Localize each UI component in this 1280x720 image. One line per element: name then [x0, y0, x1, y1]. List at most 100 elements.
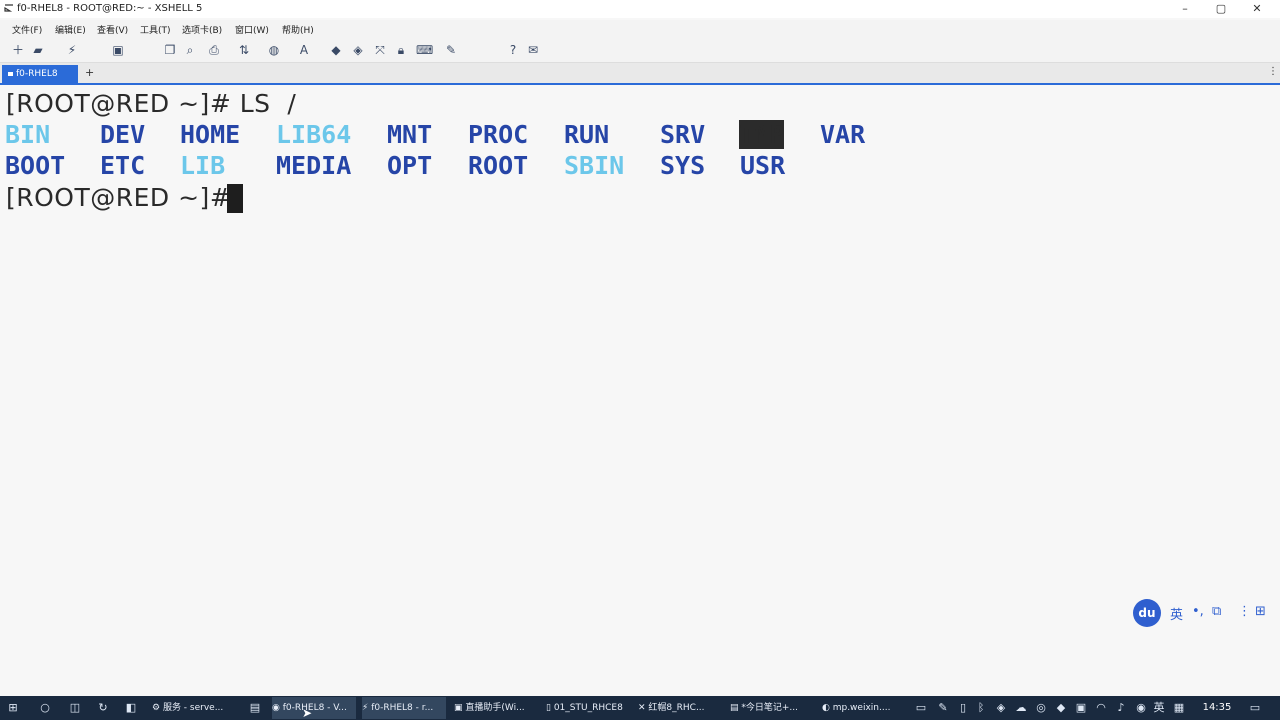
- clock[interactable]: 14:35: [1200, 697, 1234, 719]
- tab-f0-rhel8[interactable]: f0-RHEL8: [2, 65, 78, 83]
- wifi-icon[interactable]: ◠: [1094, 701, 1108, 715]
- add-tab-button[interactable]: +: [85, 66, 94, 79]
- tray-pen-icon[interactable]: ✎: [936, 701, 950, 715]
- taskbar-item-label: *今日笔记+...: [741, 703, 798, 713]
- taskbar-item-label: 服务 - serve...: [162, 703, 224, 713]
- tray-cloud-icon[interactable]: ☁: [1014, 701, 1028, 715]
- tray-app-icon[interactable]: ◈: [994, 701, 1008, 715]
- ime-grid-icon[interactable]: ⊞: [1255, 604, 1266, 619]
- chat-icon[interactable]: ✉: [525, 42, 541, 58]
- tray-ime-icon[interactable]: ◉: [1134, 701, 1148, 715]
- refresh-icon[interactable]: ↻: [96, 701, 110, 715]
- tab-menu-button[interactable]: ⋮: [1268, 66, 1278, 77]
- lock-icon[interactable]: 🔒︎: [393, 42, 409, 58]
- xshell-app-icon: [4, 4, 13, 12]
- dir-entry: SBIN: [564, 151, 625, 180]
- volume-icon[interactable]: ♪: [1114, 701, 1128, 715]
- find-icon[interactable]: ⌕: [182, 42, 198, 58]
- dir-entry: SYS: [660, 151, 706, 180]
- terminal-cursor: [227, 184, 243, 213]
- windows-start-icon[interactable]: ⊞: [6, 701, 20, 715]
- browser-icon: ◐: [822, 703, 833, 713]
- taskbar-item-label: f0-RHEL8 - r...: [371, 703, 434, 713]
- transfer-icon[interactable]: ⇅: [236, 42, 252, 58]
- taskbar-pinned-icon[interactable]: ▤: [248, 701, 262, 715]
- dir-entry: RUN: [564, 120, 610, 149]
- menu-window[interactable]: 窗口(W): [235, 23, 269, 36]
- copy-icon[interactable]: ❐: [162, 42, 178, 58]
- minimize-button[interactable]: –: [1168, 0, 1202, 18]
- excel-icon: ✕: [638, 703, 649, 713]
- tray-keyboard-icon[interactable]: ▦: [1172, 701, 1186, 715]
- dir-entry: MNT: [387, 120, 433, 149]
- dir-entry: VAR: [820, 120, 866, 149]
- tray-phone-icon[interactable]: ▯: [956, 701, 970, 715]
- taskbar-item-vmware[interactable]: ◉ f0-RHEL8 - V...: [272, 697, 356, 719]
- dir-entry: SRV: [660, 120, 706, 149]
- taskbar-item-label: 直播助手(Wi...: [465, 703, 525, 713]
- mouse-pointer-icon: ➤: [302, 706, 313, 720]
- properties-icon[interactable]: ▣: [110, 42, 126, 58]
- maximize-button[interactable]: ▢: [1204, 0, 1238, 18]
- ime-punct-toggle[interactable]: •,: [1192, 604, 1204, 619]
- task-view-icon[interactable]: ◫: [68, 701, 82, 715]
- ime-skin-icon[interactable]: ⧉: [1212, 604, 1221, 619]
- pinned-app-icon[interactable]: ◧: [124, 701, 138, 715]
- tray-chat-icon[interactable]: ▭: [914, 701, 928, 715]
- new-session-icon[interactable]: ＋: [10, 42, 26, 58]
- tray-display-icon[interactable]: ▣: [1074, 701, 1088, 715]
- menu-help[interactable]: 帮助(H): [282, 23, 314, 36]
- live-icon: ▣: [454, 703, 466, 713]
- menu-tabs[interactable]: 选项卡(B): [182, 23, 222, 36]
- taskbar-item-services[interactable]: ⚙ 服务 - serve...: [152, 697, 238, 719]
- font-icon[interactable]: A: [296, 42, 312, 58]
- doc-icon: ▯: [546, 703, 554, 713]
- gear-icon: ⚙: [152, 703, 163, 713]
- disconnect-icon[interactable]: ⚡: [64, 42, 80, 58]
- tray-security-icon[interactable]: ◎: [1034, 701, 1048, 715]
- menu-view[interactable]: 查看(V): [97, 23, 128, 36]
- dir-entry: PROC: [468, 120, 529, 149]
- notification-icon[interactable]: ▭: [1248, 701, 1262, 715]
- baidu-ime-logo[interactable]: du: [1133, 599, 1161, 627]
- taskbar-item-doc[interactable]: ▯ 01_STU_RHCE8: [546, 697, 632, 719]
- compose-icon[interactable]: ✎: [443, 42, 459, 58]
- tray-game-icon[interactable]: ◆: [1054, 701, 1068, 715]
- dir-entry: BIN: [5, 120, 51, 149]
- menu-tools[interactable]: 工具(T): [140, 23, 171, 36]
- help-icon[interactable]: ?: [505, 42, 521, 58]
- tray-language[interactable]: 英: [1152, 701, 1166, 715]
- menu-edit[interactable]: 编辑(E): [55, 23, 86, 36]
- bluetooth-icon[interactable]: ᛒ: [974, 701, 988, 715]
- print-icon[interactable]: ⎙: [206, 42, 222, 58]
- search-icon[interactable]: ○: [38, 701, 52, 715]
- dir-entry: ETC: [100, 151, 146, 180]
- dir-entry: ROOT: [468, 151, 529, 180]
- xftp-icon[interactable]: ◆: [328, 42, 344, 58]
- keyboard-icon[interactable]: ⌨: [416, 42, 433, 58]
- globe-icon[interactable]: ◍: [266, 42, 282, 58]
- taskbar-item-live-assistant[interactable]: ▣ 直播助手(Wi...: [454, 697, 540, 719]
- menu-file[interactable]: 文件(F): [12, 23, 42, 36]
- taskbar-item-label: 01_STU_RHCE8: [553, 703, 623, 713]
- terminal-line-command: [ROOT@RED ~]# LS /: [6, 89, 297, 118]
- taskbar-item-label: mp.weixin....: [832, 703, 891, 713]
- taskbar-item-browser[interactable]: ◐ mp.weixin....: [822, 697, 908, 719]
- dir-entry: HOME: [180, 120, 241, 149]
- taskbar-item-excel[interactable]: ✕ 红帽8_RHC...: [638, 697, 724, 719]
- title-bar: f0-RHEL8 - ROOT@RED:~ - XSHELL 5 – ▢ ✕: [0, 0, 1280, 18]
- dir-entry: MEDIA: [276, 151, 352, 180]
- ime-more-icon[interactable]: ⋮: [1238, 604, 1251, 619]
- xmanager-icon[interactable]: ◈: [350, 42, 366, 58]
- xshell-icon: ⚡: [362, 703, 372, 713]
- dir-entry: USR: [740, 151, 786, 180]
- fullscreen-icon[interactable]: ⤧: [372, 42, 388, 58]
- close-button[interactable]: ✕: [1240, 0, 1274, 18]
- vm-icon: ◉: [272, 703, 283, 713]
- window-title: f0-RHEL8 - ROOT@RED:~ - XSHELL 5: [17, 3, 203, 14]
- open-folder-icon[interactable]: ▰: [30, 42, 46, 58]
- ime-language-toggle[interactable]: 英: [1170, 604, 1183, 623]
- taskbar-item-notes[interactable]: ▤ *今日笔记+...: [730, 697, 816, 719]
- tab-label: f0-RHEL8: [16, 69, 58, 79]
- taskbar-item-xshell[interactable]: ⚡ f0-RHEL8 - r...: [362, 697, 446, 719]
